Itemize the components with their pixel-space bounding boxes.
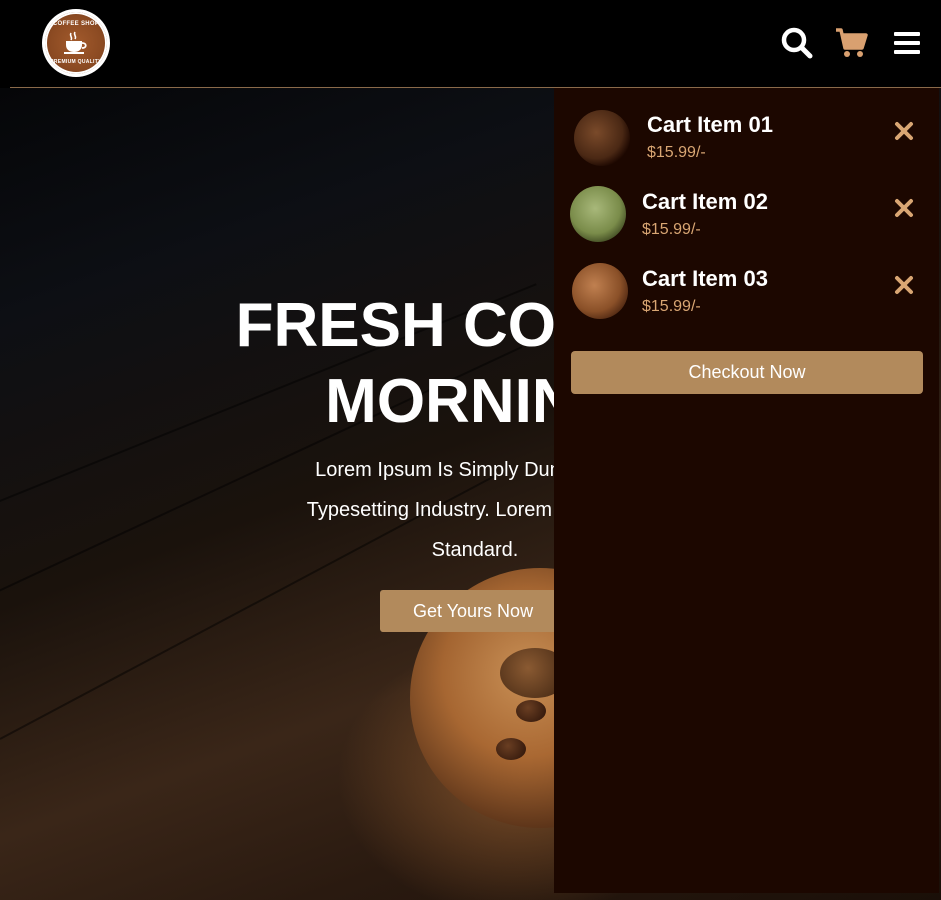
site-logo[interactable]: COFFEE SHOP PREMIUM QUALITY xyxy=(42,9,110,77)
logo-badge: COFFEE SHOP PREMIUM QUALITY xyxy=(45,12,107,74)
search-icon[interactable] xyxy=(780,26,814,60)
shopping-cart-icon[interactable] xyxy=(834,26,868,60)
cart-item-price: $15.99/- xyxy=(642,298,701,315)
cart-item: Cart Item 03 $15.99/- xyxy=(554,260,939,330)
cart-item: Cart Item 02 $15.99/- xyxy=(554,183,939,253)
get-yours-now-button[interactable]: Get Yours Now xyxy=(380,590,570,632)
logo-bottom-text: PREMIUM QUALITY xyxy=(50,59,102,65)
roasted-beans-thumbnail xyxy=(572,263,628,319)
coffee-cup-icon xyxy=(64,31,87,54)
close-icon[interactable] xyxy=(892,119,916,143)
menu-icon[interactable] xyxy=(890,26,924,60)
coffee-bean-image xyxy=(516,700,546,722)
cart-item: Cart Item 01 $15.99/- xyxy=(554,106,939,176)
cart-dropdown-panel: Cart Item 01 $15.99/- Cart Item 02 $15.9… xyxy=(554,88,939,893)
hero-text-line3: Standard. xyxy=(431,539,519,561)
green-coffee-thumbnail xyxy=(570,186,626,242)
cart-item-title: Cart Item 03 xyxy=(642,266,768,291)
cart-item-price: $15.99/- xyxy=(642,221,701,238)
logo-top-text: COFFEE SHOP xyxy=(52,21,100,27)
cart-item-title: Cart Item 01 xyxy=(647,112,773,137)
checkout-now-button[interactable]: Checkout Now xyxy=(571,351,923,394)
cart-item-price: $15.99/- xyxy=(647,144,706,161)
cart-item-title: Cart Item 02 xyxy=(642,189,768,214)
site-header: COFFEE SHOP PREMIUM QUALITY xyxy=(10,0,941,88)
close-icon[interactable] xyxy=(892,196,916,220)
close-icon[interactable] xyxy=(892,273,916,297)
coffee-beans-thumbnail xyxy=(574,110,630,166)
coffee-bean-image xyxy=(496,738,526,760)
